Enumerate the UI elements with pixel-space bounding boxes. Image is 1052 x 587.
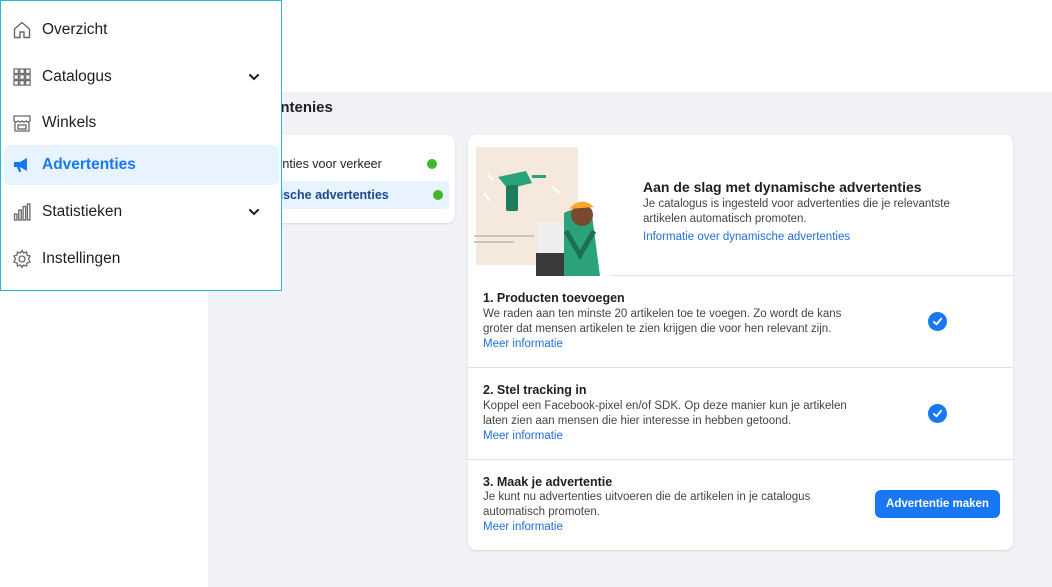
megaphone-icon (14, 158, 27, 172)
menu-item-overview[interactable]: Overzicht (4, 10, 279, 50)
home-icon (13, 21, 31, 39)
more-info-link[interactable]: Meer informatie (483, 338, 563, 350)
step-title: 1. Producten toevoegen (483, 291, 625, 305)
create-ad-button[interactable]: Advertentie maken (875, 490, 1000, 518)
chevron-down-icon[interactable] (247, 205, 261, 219)
step-description: Je kunt nu advertenties uitvoeren die de… (483, 491, 811, 518)
hero-description: Je catalogus is ingesteld voor advertent… (643, 198, 950, 225)
main-menu: Overzicht Catalogus Winkels Advertenties… (0, 0, 282, 291)
dynamic-ads-card: Aan de slag met dynamische advertenties … (468, 135, 1013, 550)
menu-item-label: Overzicht (42, 21, 108, 38)
menu-item-ads[interactable]: Advertenties (4, 145, 279, 185)
step-create-ad: 3. Maak je advertentie Je kunt nu advert… (468, 460, 1013, 550)
worker-illustration-icon (468, 135, 610, 276)
hero-title: Aan de slag met dynamische advertenties (643, 179, 922, 195)
status-dot-icon (427, 159, 437, 169)
grid-icon (13, 68, 31, 86)
menu-item-label: Advertenties (42, 156, 136, 173)
menu-item-stores[interactable]: Winkels (4, 103, 279, 143)
step-title: 3. Maak je advertentie (483, 475, 613, 489)
checkmark-icon (928, 404, 947, 423)
gear-icon (13, 249, 31, 269)
step-tracking: 2. Stel tracking in Koppel een Facebook-… (468, 368, 1013, 460)
status-dot-icon (433, 190, 443, 200)
hero-section: Aan de slag met dynamische advertenties … (468, 135, 1013, 276)
dynamic-ads-info-link[interactable]: Informatie over dynamische advertenties (643, 231, 850, 243)
menu-item-label: Statistieken (42, 203, 123, 220)
step-add-products: 1. Producten toevoegen We raden aan ten … (468, 276, 1013, 368)
bar-chart-icon (13, 203, 31, 221)
nav-item-label: nische advertenties (272, 188, 389, 202)
more-info-link[interactable]: Meer informatie (483, 430, 563, 442)
step-description: We raden aan ten minste 20 artikelen toe… (483, 308, 842, 335)
menu-item-settings[interactable]: Instellingen (4, 239, 279, 279)
menu-item-label: Winkels (42, 114, 97, 131)
chevron-down-icon[interactable] (247, 70, 261, 84)
menu-item-label: Catalogus (42, 68, 112, 85)
menu-item-statistics[interactable]: Statistieken (4, 192, 279, 232)
step-title: 2. Stel tracking in (483, 383, 587, 397)
menu-item-catalog[interactable]: Catalogus (4, 57, 279, 97)
step-description: Koppel een Facebook-pixel en/of SDK. Op … (483, 400, 847, 427)
checkmark-icon (928, 312, 947, 331)
menu-item-label: Instellingen (42, 250, 121, 267)
store-icon (13, 115, 31, 132)
nav-item-label: tenties voor verkeer (272, 157, 382, 171)
more-info-link[interactable]: Meer informatie (483, 521, 563, 533)
